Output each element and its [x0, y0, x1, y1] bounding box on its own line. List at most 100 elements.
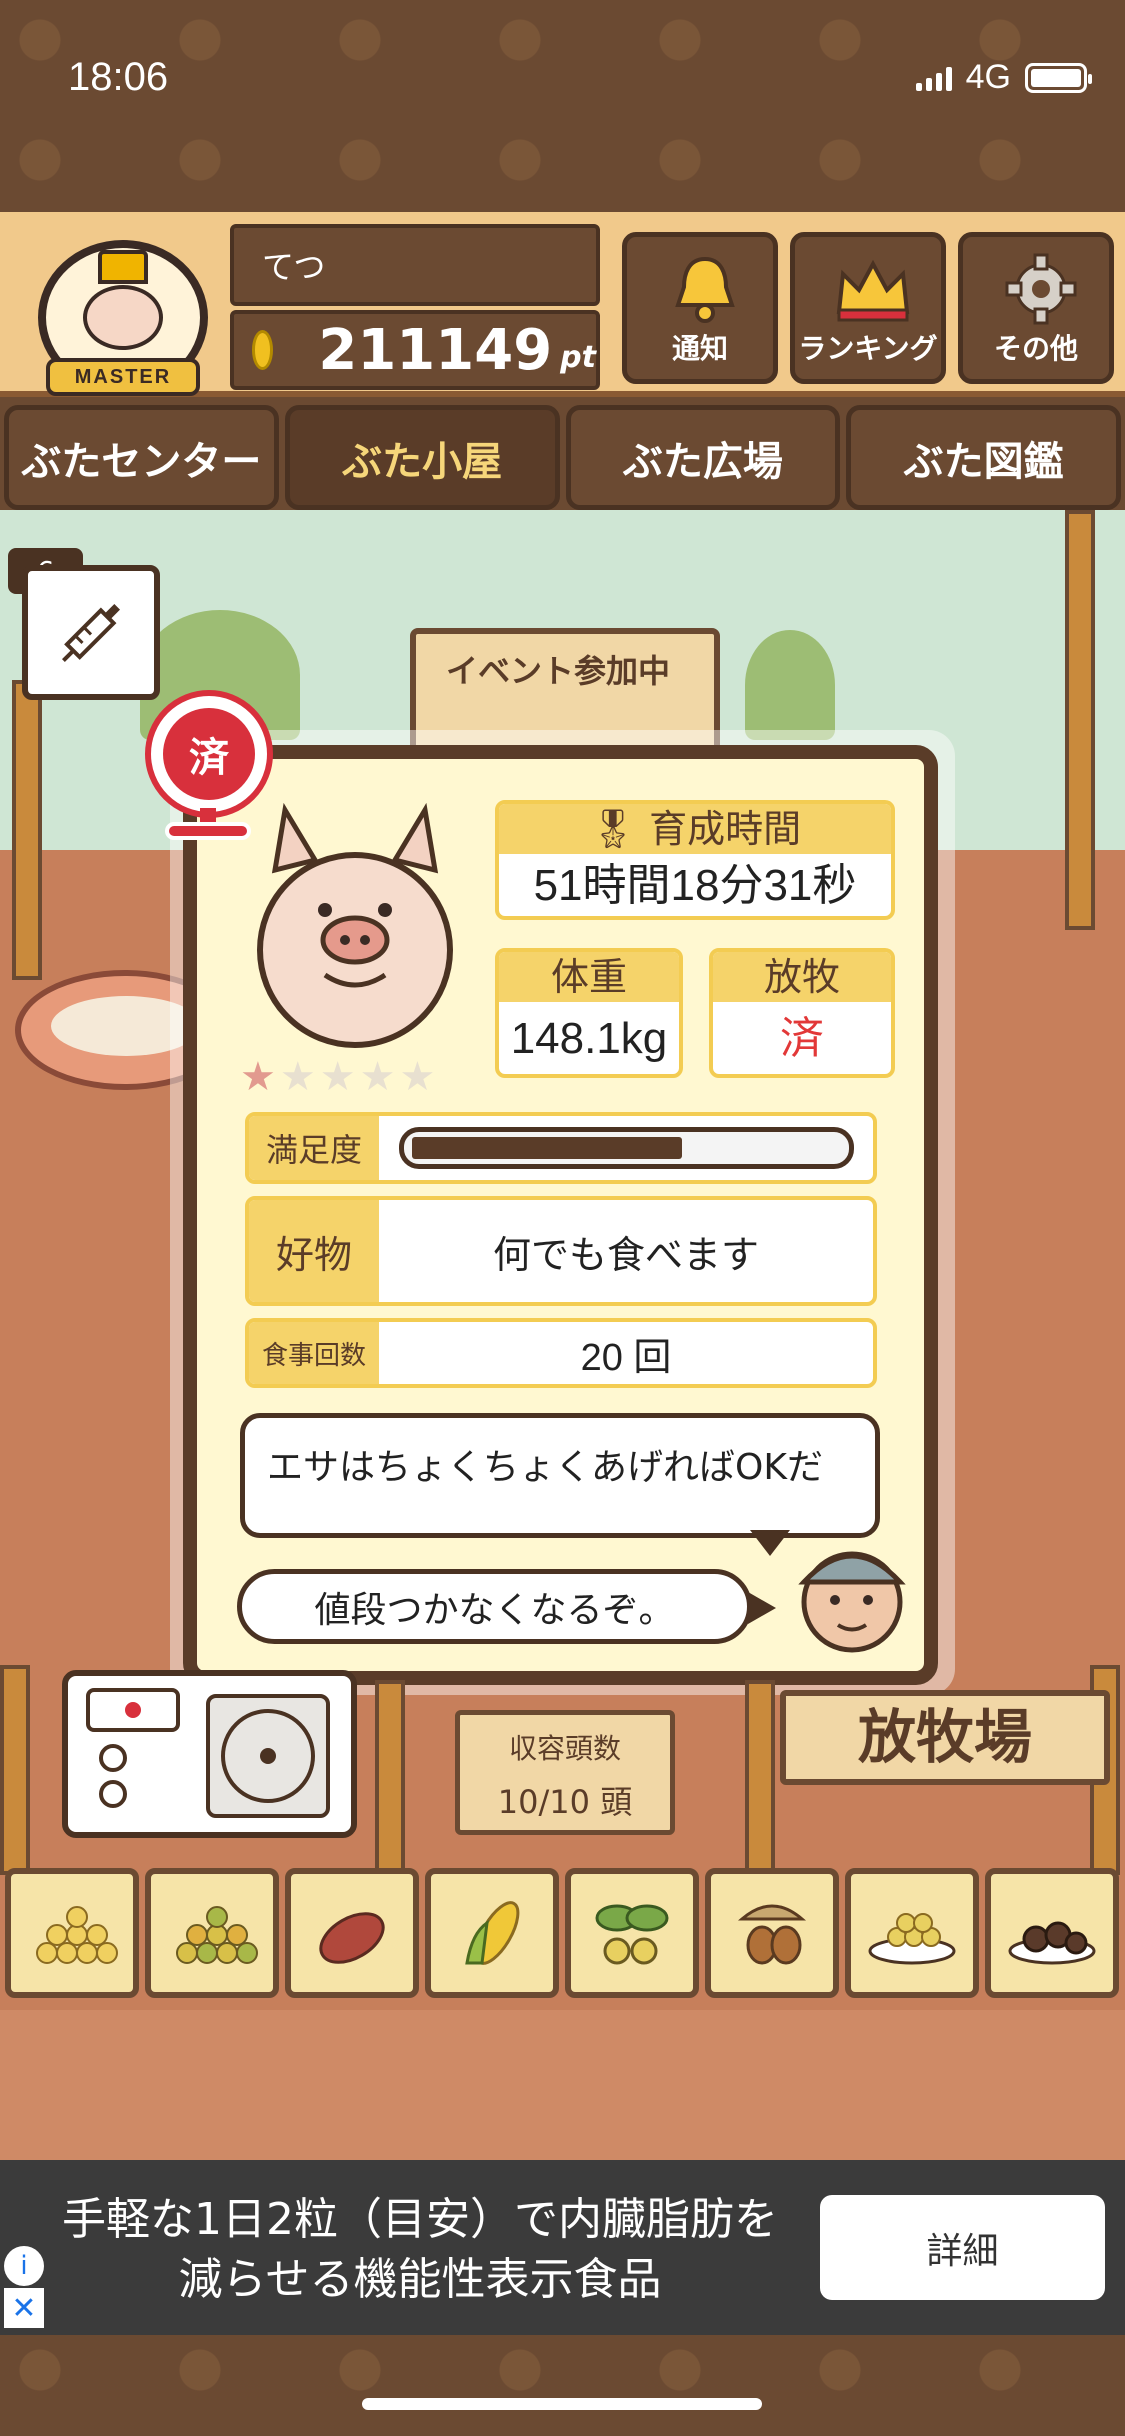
grain-icon [36, 1906, 118, 1964]
food-slot[interactable] [285, 1868, 419, 1998]
food-slot[interactable] [5, 1868, 139, 1998]
favorite-food-label: 好物 [249, 1200, 379, 1302]
notification-button[interactable]: 通知 [622, 232, 778, 384]
ranking-button[interactable]: ランキング [790, 232, 946, 384]
capacity-label: 収容頭数 [508, 1732, 621, 1765]
favorite-food-value: 何でも食べます [492, 1232, 759, 1277]
header-bar: MASTER てつ 211149 pt 通知 ランキング その他 [0, 212, 1125, 397]
syringe-item-button[interactable] [22, 565, 160, 700]
fan-icon [86, 1688, 330, 1818]
raising-time-value: 51時間18分31秒 [533, 861, 857, 910]
food-slot[interactable] [565, 1868, 699, 1998]
bottom-pattern-background [0, 2330, 1125, 2436]
mixed-grain-icon [176, 1906, 258, 1964]
star-icon: ★ [399, 1054, 436, 1100]
rating-stars: ★ ★ ★ ★ ★ [240, 1057, 435, 1097]
ad-text: 手軽な1日2粒（目安）で内臓脂肪を 減らせる機能性表示食品 [30, 2190, 810, 2310]
battery-icon [1025, 62, 1092, 93]
meal-count-value: 20 回 [580, 1336, 672, 1379]
ad-text-line2: 減らせる機能性表示食品 [178, 2254, 662, 2305]
pasture-sign-button[interactable]: 放牧場 [780, 1690, 1110, 1785]
star-icon: ★ [240, 1054, 276, 1100]
other-menu-button[interactable]: その他 [958, 232, 1114, 384]
points-unit: pt [560, 339, 596, 375]
other-menu-label: その他 [993, 332, 1078, 365]
satisfaction-bar-fill [412, 1137, 683, 1159]
player-name: てつ [230, 224, 600, 306]
master-badge[interactable]: MASTER [28, 230, 218, 405]
food-slot[interactable] [145, 1868, 279, 1998]
star-icon: ★ [319, 1054, 356, 1100]
main-nav: ぶたセンター ぶた小屋 ぶた広場 ぶた図鑑 [0, 405, 1125, 510]
done-stamp-label: 済 [163, 708, 255, 800]
sweet-potato-icon [319, 1912, 385, 1964]
signal-icon [915, 65, 952, 91]
food-slot[interactable] [845, 1868, 979, 1998]
raising-time-box: 🎖 育成時間 51時間18分31秒 [495, 800, 895, 920]
tab-buta-plaza[interactable]: ぶた広場 [565, 405, 841, 510]
tab-buta-center[interactable]: ぶたセンター [4, 405, 279, 510]
fence-post [375, 1680, 405, 1875]
truffle-icon [1008, 1921, 1096, 1965]
ad-banner[interactable]: 手軽な1日2粒（目安）で内臓脂肪を 減らせる機能性表示食品 詳細 i ✕ [0, 2160, 1125, 2335]
tab-buta-encyclopedia[interactable]: ぶた図鑑 [846, 405, 1121, 510]
acorn-icon [737, 1904, 807, 1965]
notification-label: 通知 [671, 332, 728, 365]
status-indicators: 4G [915, 58, 1092, 97]
farmer-speech-bubble-1: エサはちょくちょくあげればOKだ [240, 1413, 880, 1538]
ranking-label: ランキング [798, 332, 938, 365]
grazing-label: 放牧 [713, 952, 891, 1002]
food-slot[interactable] [425, 1868, 559, 1998]
food-selection-bar [5, 1868, 1120, 2003]
grazing-box: 放牧 済 [709, 948, 895, 1078]
info-icon[interactable]: i [4, 2246, 44, 2286]
stamp-base [165, 822, 251, 840]
close-icon[interactable]: ✕ [4, 2288, 44, 2328]
tree-decoration [745, 630, 835, 740]
farmer-avatar-icon [790, 1530, 915, 1655]
crown-icon [98, 250, 148, 284]
ribbon-icon: 🎖 [588, 807, 650, 851]
speech-tail [748, 1592, 776, 1624]
pig-avatar-icon [83, 285, 163, 350]
meal-count-row: 食事回数 20 回 [245, 1318, 877, 1388]
network-label: 4G [965, 58, 1011, 96]
weight-box: 体重 148.1kg [495, 948, 683, 1078]
bell-icon [665, 249, 745, 329]
gear-icon [1001, 249, 1081, 329]
satisfaction-row: 満足度 [245, 1112, 877, 1184]
weight-value: 148.1kg [510, 1014, 668, 1063]
capacity-value: 10/10 頭 [497, 1783, 633, 1821]
raising-time-label: 🎖 育成時間 [499, 804, 891, 854]
tab-buta-barn[interactable]: ぶた小屋 [284, 405, 560, 510]
favorite-food-row: 好物 何でも食べます [245, 1196, 877, 1306]
weight-label: 体重 [499, 952, 679, 1002]
corn-icon [465, 1901, 520, 1965]
ad-text-line1: 手軽な1日2粒（目安）で内臓脂肪を [62, 2194, 778, 2245]
fence-post [0, 1665, 30, 1875]
points-value: 211149 [318, 317, 553, 383]
event-sign-text: イベント参加中 [446, 652, 671, 690]
ad-details-button[interactable]: 詳細 [820, 2195, 1105, 2300]
farmer-speech-bubble-2: 値段つかなくなるぞ。 [237, 1569, 752, 1644]
points-display: 211149 pt [230, 310, 600, 390]
star-icon: ★ [279, 1054, 316, 1100]
fence-post [12, 680, 42, 980]
ground-lower-background [0, 2010, 1125, 2160]
star-icon: ★ [359, 1054, 396, 1100]
home-indicator[interactable] [362, 2398, 762, 2410]
fence-post [1065, 510, 1095, 930]
beans-icon [595, 1904, 669, 1965]
status-time: 18:06 [68, 55, 169, 99]
soybean-bowl-icon [868, 1913, 956, 1965]
fence-post [745, 1680, 775, 1875]
speech-tail [750, 1530, 790, 1556]
satisfaction-label: 満足度 [249, 1116, 379, 1180]
capacity-sign: 収容頭数 10/10 頭 [455, 1710, 675, 1835]
food-slot[interactable] [705, 1868, 839, 1998]
barn-control-panel[interactable] [62, 1670, 357, 1838]
crown-icon [833, 249, 913, 329]
grazing-value: 済 [780, 1014, 824, 1063]
food-slot[interactable] [985, 1868, 1119, 1998]
top-pattern-background [0, 0, 1125, 215]
